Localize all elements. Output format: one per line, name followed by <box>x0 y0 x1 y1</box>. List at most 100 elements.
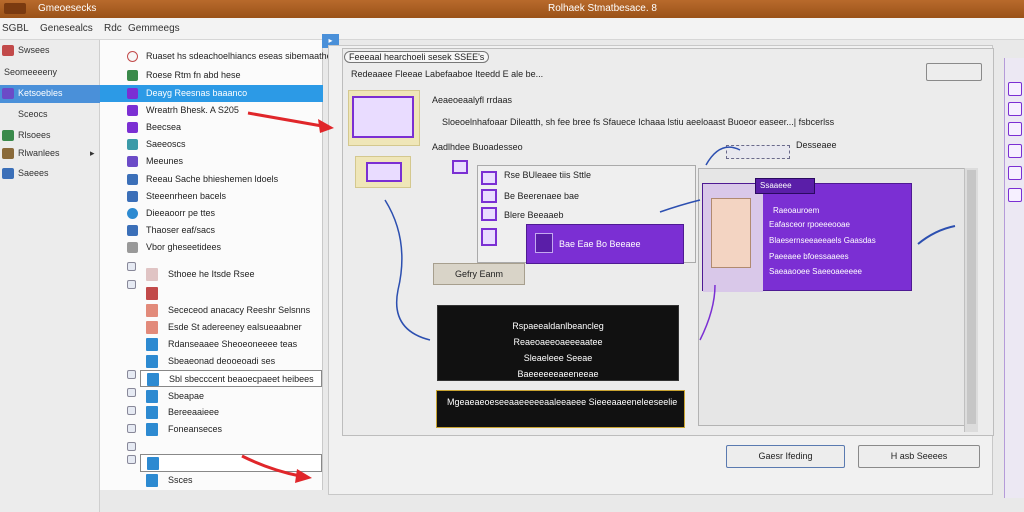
list-item-label: Deayg Reesnas baaanco <box>146 88 248 98</box>
item-icon <box>481 207 497 221</box>
panel-header: Feeeaal hearchoeli sesek SSEE's <box>344 51 490 63</box>
card-icon <box>535 233 553 253</box>
description-line-2: Sloeoelnhafoaar Dileatth, sh fee bree fs… <box>442 117 835 127</box>
sub-list-item[interactable]: Bereeaaieee <box>140 404 322 421</box>
sub-list-item[interactable] <box>140 285 322 302</box>
tool-icon[interactable] <box>1008 188 1022 202</box>
list-item[interactable]: Steeenrheen bacels <box>100 188 323 205</box>
tool-icon[interactable] <box>1008 82 1022 96</box>
nav-item-4[interactable]: Rlsoees <box>0 127 100 145</box>
list-item[interactable]: Vbor gheseetidees <box>100 239 323 256</box>
nav-item-6[interactable]: Saeees <box>0 165 100 183</box>
menu-item-sgbl[interactable]: SGBL <box>2 23 29 34</box>
nav-item-label: Swsees <box>18 45 50 55</box>
checkbox-icon[interactable] <box>127 370 136 379</box>
item-icon <box>127 174 138 185</box>
sub-list-item[interactable]: Foneanseces <box>140 421 322 438</box>
list-item[interactable]: Deayg Reesnas baaanco <box>100 85 323 102</box>
tool-icon[interactable] <box>1008 144 1022 158</box>
nav-item-label: Seomeeeeny <box>4 67 58 77</box>
menu-bar: SGBL Genesealcs Rdc Gemmeegs <box>0 18 1024 40</box>
sub-list-item-label: Sthoee he Itsde Rsee <box>168 269 255 279</box>
preview-thumbnail <box>703 184 763 292</box>
checkbox-icon[interactable] <box>127 442 136 451</box>
preview-tile[interactable]: Ssaaeee Raeoauroem Eafasceor rpoeeeooae … <box>702 178 912 292</box>
item-icon <box>127 242 138 253</box>
top-right-button[interactable] <box>926 63 982 81</box>
list-item[interactable]: Beecsea <box>100 119 323 136</box>
sub-list-item-label: Sbeaeonad deooeoadi ses <box>168 356 276 366</box>
nav-item-1[interactable]: Seomeeeeny <box>0 64 100 82</box>
description-line-3: Aadlhdee Buoadesseo <box>432 142 523 152</box>
list-item[interactable]: Ruaset hs sdeachoelhiancs eseas sibemaat… <box>100 48 332 65</box>
sub-list-item[interactable]: Sececeod anacacy Reeshr Selsnns <box>140 302 322 319</box>
checkbox-icon[interactable] <box>127 424 136 433</box>
window-icon <box>352 96 414 138</box>
list-item[interactable]: Saeeoscs <box>100 136 323 153</box>
nav-item-label: Sceocs <box>18 109 48 119</box>
list-item[interactable]: Roese Rtm fn abd hese <box>100 67 323 84</box>
chevron-right-icon: ▸ <box>90 148 95 158</box>
sub-list-item[interactable]: Esde St adereeney ealsueaabner <box>140 319 322 336</box>
app-name: Gmeoesecks <box>38 3 97 14</box>
highlight-card[interactable]: Bae Eae Bo Beeaee <box>526 224 684 264</box>
list-item-label: Dieeaoorr pe ttes <box>146 208 216 218</box>
sub-list-item[interactable]: Sbeapae <box>140 388 322 405</box>
items-line-1: Rse BUleaee tiis Sttle <box>504 170 592 180</box>
item-icon <box>127 225 138 236</box>
nav-item-0[interactable]: Swsees <box>0 42 100 60</box>
expand-icon[interactable] <box>127 262 136 271</box>
nav-item-label: Rlsoees <box>18 130 51 140</box>
tool-icon[interactable] <box>1008 166 1022 180</box>
list-item-label: Roese Rtm fn abd hese <box>146 70 241 80</box>
card-label: Bae Eae Bo Beeaee <box>559 239 641 249</box>
console-line: Rspaeealdanlbeancleg <box>512 321 604 331</box>
globe-icon[interactable] <box>127 280 136 289</box>
items-line-2: Be Beerenaee bae <box>504 191 580 201</box>
item-icon <box>127 139 138 150</box>
tool-icon[interactable] <box>1008 102 1022 116</box>
scrollbar[interactable] <box>964 168 978 432</box>
nav-item-3[interactable]: Sceocs <box>0 106 100 124</box>
menu-item-settings[interactable]: Gemmeegs <box>128 23 180 34</box>
list-item[interactable]: Thaoser eaf/sacs <box>100 222 323 239</box>
sub-list-item[interactable]: Sthoee he Itsde Rsee <box>140 266 322 283</box>
item-icon <box>127 208 138 219</box>
list-item-label: Ruaset hs sdeachoelhiancs eseas sibemaat… <box>146 51 332 61</box>
sub-list-item[interactable]: Sbeaeonad deooeoadi ses <box>140 353 322 370</box>
checkbox-icon[interactable] <box>127 455 136 464</box>
secondary-button[interactable]: Gaesr Ifeding <box>726 445 845 468</box>
sub-list-item-label: Esde St adereeney ealsueaabner <box>168 322 302 332</box>
sub-list-item[interactable]: Rdanseaaee Sheoeoneeee teas <box>140 336 322 353</box>
preview-top-label: Desseaee <box>796 140 837 150</box>
item-icon <box>481 171 497 185</box>
box-icon <box>2 148 14 159</box>
list-item[interactable]: Wreatrh Bhesk. A S205 <box>100 102 323 119</box>
scrollbar-thumb[interactable] <box>967 170 976 424</box>
item-icon <box>127 88 138 99</box>
sub-list-item-label: Sbeapae <box>168 391 205 401</box>
checkbox-icon[interactable] <box>127 406 136 415</box>
item-icon <box>127 191 138 202</box>
nav-item-2[interactable]: Ketsoebles <box>0 85 100 103</box>
sub-list-item-label: Sbl sbecccent beaoecpaeet heibees <box>169 374 314 384</box>
sub-list-item-label: Sececeod anacacy Reeshr Selsnns <box>168 305 311 315</box>
tool-icon[interactable] <box>1008 122 1022 136</box>
list-item[interactable]: Reeau Sache bhieshemen ldoels <box>100 171 323 188</box>
description-line-1: Aeaeoeaalyfl rrdaas <box>432 95 513 105</box>
sub-list-item[interactable]: Sbl sbecccent beaoecpaeet heibees <box>140 370 322 387</box>
menu-item-rdc[interactable]: Rdc <box>104 23 122 34</box>
list-item[interactable]: Dieeaoorr pe ttes <box>100 205 323 222</box>
primary-button[interactable]: H asb Seeees <box>858 445 980 468</box>
action-pill[interactable]: Gefry Eanm <box>433 263 525 285</box>
folder-icon <box>366 162 402 182</box>
menu-item-general[interactable]: Genesealcs <box>40 23 93 34</box>
list-item[interactable]: Meeunes <box>100 153 323 170</box>
grid-icon <box>2 168 14 179</box>
sub-list-item[interactable] <box>140 454 322 472</box>
checkbox-icon[interactable] <box>127 388 136 397</box>
nav-item-5[interactable]: Rlwanlees ▸ <box>0 145 100 163</box>
sub-list-item[interactable]: Ssces <box>140 472 322 489</box>
nav-item-label: Ketsoebles <box>18 88 63 98</box>
console-line: Reaeoaeeoaeeeaatee <box>513 337 603 347</box>
